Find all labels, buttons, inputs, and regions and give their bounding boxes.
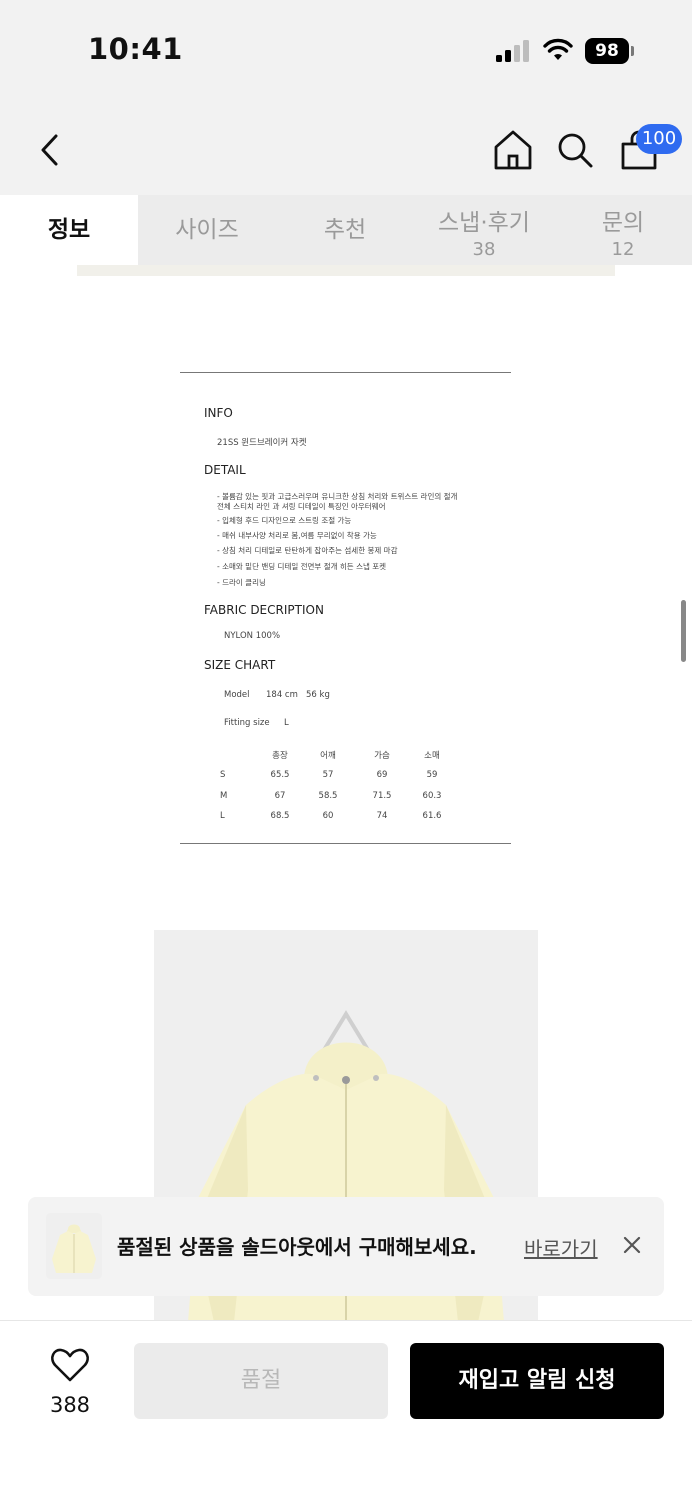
restock-alert-button[interactable]: 재입고 알림 신청 [410,1343,664,1419]
detail-line: 전체 스티치 라인 과 셔링 디테일이 특징인 아우터웨어 [217,502,386,511]
model-height: 184 cm [266,690,298,700]
detail-line: - 소매와 밑단 밴딩 디테일 전면부 절개 히든 스냅 포켓 [217,562,387,571]
size-row-label: S [220,770,226,780]
size-header: 소매 [424,751,440,761]
go-to-link[interactable]: 바로가기 [524,1233,598,1262]
product-tabs: 정보 사이즈 추천 스냅·후기 38 문의 12 [0,195,692,265]
size-cell: 68.5 [270,811,290,821]
size-cell: 59 [426,770,438,780]
size-chart-heading: SIZE CHART [204,658,276,672]
tab-inquiry[interactable]: 문의 12 [554,195,692,265]
size-cell: 71.5 [372,791,392,801]
detail-line: - 매쉬 내부사양 처리로 봄,여름 무리없이 착용 가능 [217,531,377,540]
info-text: 21SS 윈드브레이커 자켓 [217,438,307,448]
tab-count: 38 [472,239,496,260]
detail-line: - 볼륨감 있는 핏과 고급스러우며 유니크한 상침 처리와 트위스트 라인의 … [217,492,458,501]
tab-label: 스냅·후기 [438,210,530,236]
status-time: 10:41 [88,32,183,66]
detail-line: - 상침 처리 디테일로 탄탄하게 잡아주는 섬세한 봉제 마감 [217,546,398,555]
size-header: 어깨 [320,751,336,761]
product-thumbnail [46,1213,102,1279]
cellular-signal-icon [496,40,529,62]
size-header: 총장 [272,751,288,761]
info-heading: INFO [204,406,233,420]
like-button[interactable]: 388 [40,1345,100,1425]
fitting-size-label: Fitting size [224,718,270,728]
fabric-heading: FABRIC DECRIPTION [204,603,324,617]
scroll-indicator[interactable] [681,600,686,662]
divider [180,843,511,844]
size-cell: 57 [322,770,334,780]
size-cell: 60.3 [422,791,442,801]
previous-image-edge [77,265,615,276]
model-weight: 56 kg [306,690,330,700]
battery-tip [631,46,634,56]
like-count: 388 [49,1393,91,1417]
heart-icon [51,1348,89,1382]
size-row-label: M [220,791,228,801]
detail-heading: DETAIL [204,463,246,477]
search-icon[interactable] [555,128,595,172]
tab-info[interactable]: 정보 [0,195,138,265]
fitting-size-value: L [284,718,289,728]
wifi-icon [543,38,573,60]
tab-recommend[interactable]: 추천 [276,195,414,265]
detail-line: - 드라이 클리닝 [217,578,266,587]
soldout-toast: 품절된 상품을 솔드아웃에서 구매해보세요. 바로가기 [28,1197,664,1296]
tab-snap-review[interactable]: 스냅·후기 38 [414,195,554,265]
size-cell: 58.5 [318,791,338,801]
size-cell: 67 [274,791,286,801]
size-cell: 69 [376,770,388,780]
size-cell: 61.6 [422,811,442,821]
size-cell: 74 [376,811,388,821]
product-info-sheet: INFO 21SS 윈드브레이커 자켓 DETAIL - 볼륨감 있는 핏과 고… [180,372,511,844]
tab-label: 추천 [323,217,367,243]
cart-count-badge: 100 [636,124,682,154]
home-icon[interactable] [492,128,534,172]
size-cell: 65.5 [270,770,290,780]
tab-size[interactable]: 사이즈 [138,195,276,265]
size-row-label: L [220,811,225,821]
close-icon[interactable] [620,1233,644,1257]
size-header: 가슴 [374,751,390,761]
back-icon[interactable] [30,128,70,172]
detail-line: - 입체형 후드 디자인으로 스트링 조절 가능 [217,516,352,525]
size-cell: 60 [322,811,334,821]
bottom-action-bar: 388 품절 재입고 알림 신청 [0,1320,692,1500]
tab-label: 정보 [47,217,91,243]
divider [180,372,511,373]
battery-indicator: 98 [585,38,629,64]
navigation-bar [0,100,692,195]
tab-label: 문의 [601,210,645,236]
tab-label: 사이즈 [175,217,239,243]
jacket-thumbnail-illustration [46,1213,102,1279]
fabric-text: NYLON 100% [224,631,281,641]
soldout-button[interactable]: 품절 [134,1343,388,1419]
tab-count: 12 [611,239,635,260]
model-label: Model [224,690,250,700]
status-bar: 10:41 98 [0,0,692,100]
toast-message: 품절된 상품을 솔드아웃에서 구매해보세요. [117,1235,477,1259]
